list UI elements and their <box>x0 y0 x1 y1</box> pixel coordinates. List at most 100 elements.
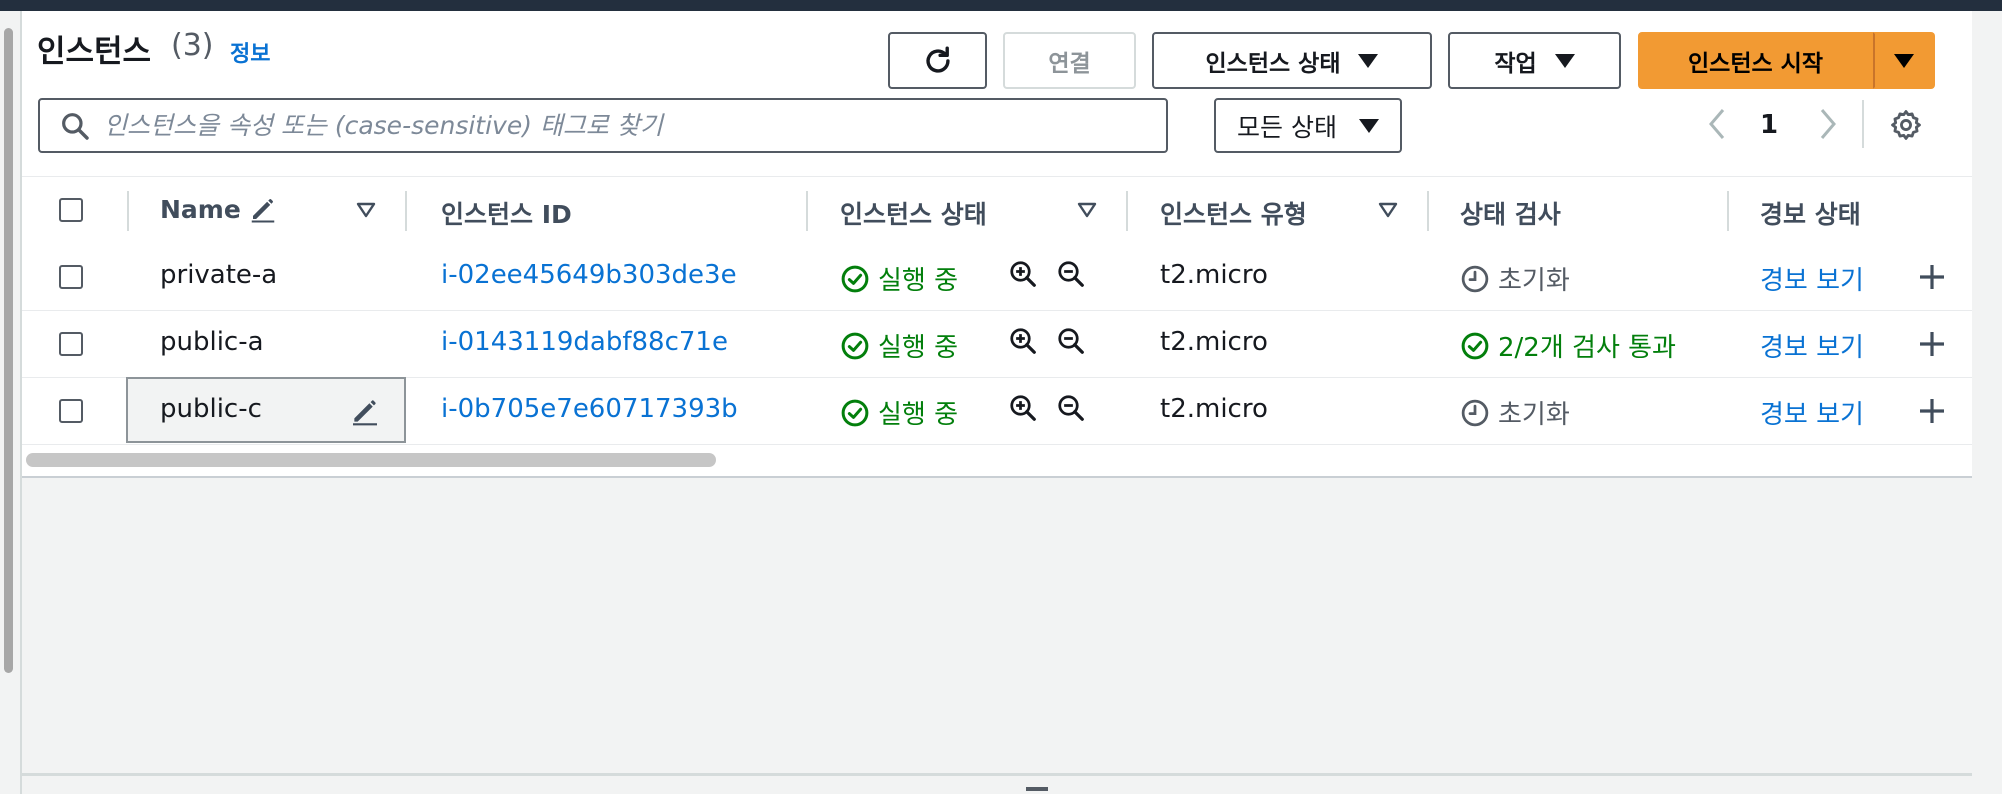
sort-triangle-icon[interactable] <box>1077 201 1097 219</box>
connect-label: 연결 <box>1048 50 1091 77</box>
row-checkbox[interactable] <box>59 399 83 423</box>
zoom-out-icon <box>1058 261 1084 287</box>
vertical-scrollbar-thumb[interactable] <box>4 28 13 673</box>
check-circle-icon <box>841 399 869 426</box>
column-separator <box>127 191 129 231</box>
sort-triangle-icon[interactable] <box>1378 201 1398 219</box>
instance-state: 실행 중 <box>840 260 958 297</box>
add-alarm-icon[interactable] <box>1916 328 1948 360</box>
column-separator <box>1126 191 1128 231</box>
zoom-in-icon <box>1010 395 1036 421</box>
search-icon <box>58 109 92 143</box>
status-check: 초기화 <box>1460 260 1570 297</box>
check-circle-icon <box>841 265 869 292</box>
next-page-button[interactable] <box>1810 104 1846 144</box>
view-alarms-link[interactable]: 경보 보기 <box>1760 394 1864 431</box>
state-filter-select[interactable]: 모든 상태 <box>1214 98 1402 153</box>
instance-count: (3) <box>171 28 214 63</box>
instance-type: t2.micro <box>1160 260 1268 290</box>
search-bar <box>38 98 1168 153</box>
zoom-out-button[interactable] <box>1055 392 1087 424</box>
instance-state-text: 실행 중 <box>878 333 959 363</box>
clock-icon <box>1461 399 1489 426</box>
instance-state-label: 인스턴스 상태 <box>1205 50 1341 77</box>
caret-down-icon <box>1358 53 1379 68</box>
column-header-instance-id[interactable]: 인스턴스 ID <box>441 195 572 231</box>
top-navigation-bar <box>0 0 2002 11</box>
table-row[interactable]: public-c i-0b705e7e60717393b 실행 중 t2.mic… <box>22 377 1972 445</box>
column-header-name[interactable]: Name <box>160 195 241 224</box>
chevron-right-icon <box>1820 109 1836 139</box>
launch-instances-label: 인스턴스 시작 <box>1688 50 1823 77</box>
zoom-in-button[interactable] <box>1007 392 1039 424</box>
status-check: 2/2개 검사 통과 <box>1460 327 1676 364</box>
zoom-out-button[interactable] <box>1055 258 1087 290</box>
current-page-number[interactable]: 1 <box>1760 110 1778 140</box>
zoom-out-icon <box>1058 395 1084 421</box>
status-check-text: 초기화 <box>1498 266 1570 296</box>
refresh-icon <box>925 46 950 73</box>
sort-triangle-icon[interactable] <box>356 201 376 219</box>
zoom-out-icon <box>1058 328 1084 354</box>
column-header-instance-state[interactable]: 인스턴스 상태 <box>840 195 987 231</box>
column-separator <box>1727 191 1729 231</box>
instance-state: 실행 중 <box>840 327 958 364</box>
row-checkbox[interactable] <box>59 332 83 356</box>
table-row[interactable]: private-a i-02ee45649b303de3e 실행 중 t2.mi… <box>22 244 1972 311</box>
split-panel-handle[interactable] <box>1026 787 1048 791</box>
previous-page-button[interactable] <box>1699 104 1735 144</box>
edit-pencil-icon <box>251 199 275 223</box>
table-row[interactable]: public-a i-0143119dabf88c71e 실행 중 t2.mic… <box>22 311 1972 378</box>
refresh-button[interactable] <box>888 32 987 89</box>
info-link[interactable]: 정보 <box>230 36 270 68</box>
instance-id-link[interactable]: i-0143119dabf88c71e <box>441 327 728 357</box>
zoom-in-button[interactable] <box>1007 258 1039 290</box>
status-check-text: 초기화 <box>1498 400 1570 430</box>
view-alarms-link[interactable]: 경보 보기 <box>1760 327 1864 364</box>
connect-button[interactable]: 연결 <box>1003 32 1136 89</box>
launch-instances-button[interactable]: 인스턴스 시작 <box>1638 32 1873 89</box>
state-filter-label: 모든 상태 <box>1237 112 1337 142</box>
actions-button[interactable]: 작업 <box>1448 32 1621 89</box>
view-alarms-link[interactable]: 경보 보기 <box>1760 260 1864 297</box>
chevron-left-icon <box>1709 109 1725 139</box>
instance-id-link[interactable]: i-0b705e7e60717393b <box>441 394 738 424</box>
search-input[interactable] <box>102 110 1146 141</box>
vertical-scrollbar[interactable] <box>0 11 20 794</box>
horizontal-scrollbar-thumb[interactable] <box>26 453 716 467</box>
column-header-instance-type[interactable]: 인스턴스 유형 <box>1160 195 1307 231</box>
column-separator <box>405 191 407 231</box>
instance-type: t2.micro <box>1160 394 1268 424</box>
row-checkbox[interactable] <box>59 265 83 289</box>
instance-name: public-a <box>160 327 264 357</box>
column-header-alarm-status[interactable]: 경보 상태 <box>1760 195 1861 231</box>
table-header-row: Name 인스턴스 ID 인스턴스 상태 인스턴스 유형 상태 검사 경보 상태 <box>22 176 1972 245</box>
table-settings-button[interactable] <box>1888 107 1924 143</box>
check-circle-icon <box>841 332 869 359</box>
column-separator <box>1427 191 1429 231</box>
launch-options-dropdown[interactable] <box>1873 32 1935 89</box>
page-title: 인스턴스 <box>37 34 152 70</box>
zoom-in-button[interactable] <box>1007 325 1039 357</box>
split-panel-divider <box>22 773 1972 776</box>
column-separator <box>806 191 808 231</box>
instance-state-button[interactable]: 인스턴스 상태 <box>1152 32 1432 89</box>
check-circle-icon <box>1461 332 1489 359</box>
status-check-text: 2/2개 검사 통과 <box>1498 333 1676 363</box>
instance-state: 실행 중 <box>840 394 958 431</box>
select-all-checkbox[interactable] <box>59 198 83 222</box>
column-header-status-check[interactable]: 상태 검사 <box>1460 195 1561 231</box>
instance-state-text: 실행 중 <box>878 266 959 296</box>
instance-type: t2.micro <box>1160 327 1268 357</box>
gear-icon <box>1891 110 1921 140</box>
zoom-in-icon <box>1010 261 1036 287</box>
add-alarm-icon[interactable] <box>1916 395 1948 427</box>
actions-label: 작업 <box>1494 50 1537 77</box>
zoom-out-button[interactable] <box>1055 325 1087 357</box>
instance-state-text: 실행 중 <box>878 400 959 430</box>
add-alarm-icon[interactable] <box>1916 261 1948 293</box>
status-check: 초기화 <box>1460 394 1570 431</box>
instance-id-link[interactable]: i-02ee45649b303de3e <box>441 260 737 290</box>
edit-pencil-icon[interactable] <box>349 395 381 427</box>
caret-down-icon <box>1358 118 1379 133</box>
